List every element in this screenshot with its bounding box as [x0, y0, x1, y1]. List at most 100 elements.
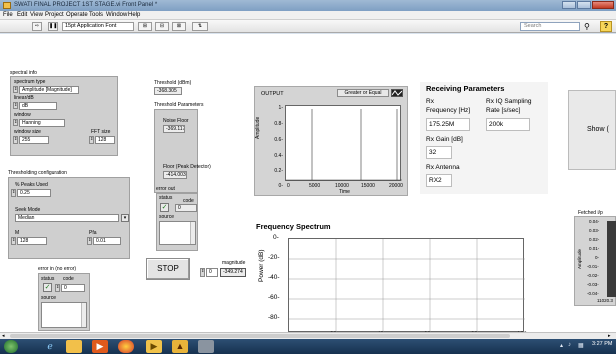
output-graph-xtick: 0: [287, 183, 290, 189]
magnitude-index-field[interactable]: 0: [206, 268, 218, 277]
error-out-label: error out: [156, 186, 175, 192]
horizontal-scrollbar[interactable]: ◂ ▸: [0, 332, 616, 339]
network-icon[interactable]: ▦: [578, 342, 584, 349]
rx-iq-rate-label-line2: Rate [s/sec]: [486, 107, 521, 114]
spectral-info-cluster: spectrum type ⇕ Amplitude [Magnitude] li…: [10, 76, 118, 156]
m-increment[interactable]: ⇕: [11, 237, 16, 245]
error-in-code-increment[interactable]: ⇕: [55, 284, 60, 292]
error-out-status-check-icon: ✓: [160, 203, 169, 212]
m-label: M: [15, 230, 20, 236]
seek-mode-label: Seek Mode: [15, 207, 41, 213]
output-graph-x-axis-label: Time: [339, 189, 350, 195]
internet-explorer-icon[interactable]: ℯ: [42, 340, 58, 353]
pfa-field[interactable]: 0.01: [93, 237, 121, 245]
output-plot-area[interactable]: [285, 105, 402, 181]
plot-legend-swatch[interactable]: [391, 89, 403, 97]
floor-peak-detector-label: Floor (Peak Detector): [163, 164, 211, 170]
spectrum-type-ring-arrows[interactable]: ⇕: [13, 86, 18, 93]
fft-size-field[interactable]: 128: [95, 136, 115, 144]
menu-edit[interactable]: Edit: [17, 12, 27, 18]
m-field[interactable]: 128: [17, 237, 47, 245]
pfa-increment[interactable]: ⇕: [87, 237, 92, 245]
start-icon[interactable]: [4, 340, 18, 353]
error-out-status-label: status: [159, 195, 173, 201]
output-graph-ytick: 0-: [278, 183, 283, 189]
menu-window[interactable]: Window: [106, 12, 127, 18]
error-in-source-scrollbar[interactable]: [81, 303, 86, 327]
menu-help[interactable]: Help: [128, 12, 140, 18]
reorder-icon[interactable]: ⇅: [192, 22, 208, 31]
window-size-label: window size: [14, 129, 41, 135]
minimize-icon[interactable]: [562, 1, 576, 9]
distribute-icon[interactable]: ⊟: [155, 22, 169, 31]
error-in-source-field[interactable]: [41, 302, 87, 328]
app-window-icon[interactable]: [198, 340, 214, 353]
error-in-status-check-icon[interactable]: ✓: [43, 283, 52, 292]
pfa-label: Pfa: [89, 230, 97, 236]
fetched-ip-plot-area[interactable]: [607, 221, 616, 297]
scrollbar-thumb[interactable]: [10, 334, 510, 338]
close-icon[interactable]: [592, 1, 614, 9]
output-graph-y-ticks: 1- 0.8- 0.6- 0.4- 0.2- 0-: [274, 93, 283, 191]
menu-file[interactable]: File: [3, 12, 13, 18]
output-graph-xtick: 20000: [389, 183, 403, 189]
pause-icon[interactable]: ❚❚: [48, 22, 58, 31]
font-selector[interactable]: 15pt Application Font: [62, 22, 134, 31]
fetched-ip-ytick: -0.02-: [587, 273, 599, 278]
menu-project[interactable]: Project: [45, 12, 64, 18]
fetched-ip-ytick: 0-: [595, 255, 600, 260]
menu-tools[interactable]: Tools: [89, 12, 103, 18]
show-button[interactable]: Show (: [568, 90, 616, 170]
rx-frequency-field[interactable]: 175.25M: [426, 118, 470, 131]
magnitude-index-increment[interactable]: ⇕: [200, 268, 205, 277]
linear-db-ring-arrows[interactable]: ⇕: [13, 102, 18, 109]
threshold-parameters-label: Threshold Parameters: [154, 102, 204, 108]
fetched-ip-xtick: 11020.3: [597, 298, 613, 303]
rx-gain-field[interactable]: 32: [426, 146, 452, 159]
frequency-spectrum-ytick: -20-: [268, 254, 280, 261]
seek-mode-chevron-down-icon[interactable]: ▾: [121, 214, 129, 222]
spectrum-type-label: spectrum type: [14, 79, 46, 85]
fft-size-increment[interactable]: ⇕: [89, 136, 94, 144]
run-arrow-icon[interactable]: ⇨: [32, 22, 42, 31]
taskbar-clock[interactable]: 3:27 PM: [592, 341, 612, 347]
output-graph-ytick: 0.4-: [274, 153, 283, 159]
maximize-icon[interactable]: [577, 1, 591, 9]
window-size-field[interactable]: 255: [19, 136, 49, 144]
seek-mode-dropdown[interactable]: Median: [15, 214, 119, 222]
taskbar: ℯ ▶ ▶ ▲ ▴ ♪ ▦ 3:27 PM: [0, 339, 616, 354]
media-player-icon[interactable]: ▶: [92, 340, 108, 353]
volume-icon[interactable]: ♪: [568, 342, 571, 348]
window-ring[interactable]: Hanning: [19, 119, 65, 127]
tray-arrow-icon[interactable]: ▴: [560, 342, 563, 349]
peaks-used-field[interactable]: 0.25: [17, 189, 51, 197]
rx-antenna-field[interactable]: RX2: [426, 174, 452, 187]
matlab-icon[interactable]: ▲: [172, 340, 188, 353]
error-in-code-field[interactable]: 0: [61, 284, 85, 292]
linear-db-ring[interactable]: dB: [19, 102, 57, 110]
search-icon[interactable]: ⚲: [584, 22, 590, 31]
help-icon[interactable]: ?: [600, 21, 612, 32]
chrome-icon[interactable]: [118, 340, 134, 353]
noise-floor-label: Noise Floor: [163, 118, 189, 124]
frequency-spectrum-ytick: -80-: [268, 314, 280, 321]
fetched-ip-ytick: -0.03-: [587, 282, 599, 287]
menu-view[interactable]: View: [30, 12, 43, 18]
menu-operate[interactable]: Operate: [66, 12, 88, 18]
stop-button[interactable]: STOP: [146, 258, 190, 280]
frequency-spectrum-title: Frequency Spectrum: [256, 222, 331, 231]
error-out-source-scrollbar[interactable]: [190, 222, 195, 244]
front-panel: spectral info spectrum type ⇕ Amplitude …: [0, 34, 616, 338]
window-ring-arrows[interactable]: ⇕: [13, 119, 18, 126]
window-size-increment[interactable]: ⇕: [13, 136, 18, 144]
spectrum-type-ring[interactable]: Amplitude [Magnitude]: [19, 86, 79, 94]
trigger-mode-dropdown[interactable]: Greater or Equal: [337, 89, 389, 97]
frequency-spectrum-plot-area[interactable]: [288, 238, 525, 333]
labview-icon[interactable]: ▶: [146, 340, 162, 353]
file-explorer-icon[interactable]: [66, 340, 82, 353]
rx-iq-rate-field[interactable]: 200k: [486, 118, 530, 131]
search-input[interactable]: Search: [520, 22, 580, 31]
align-icon[interactable]: ⊞: [138, 22, 152, 31]
resize-icon[interactable]: ⊠: [172, 22, 186, 31]
peaks-used-increment[interactable]: ⇕: [11, 189, 16, 197]
